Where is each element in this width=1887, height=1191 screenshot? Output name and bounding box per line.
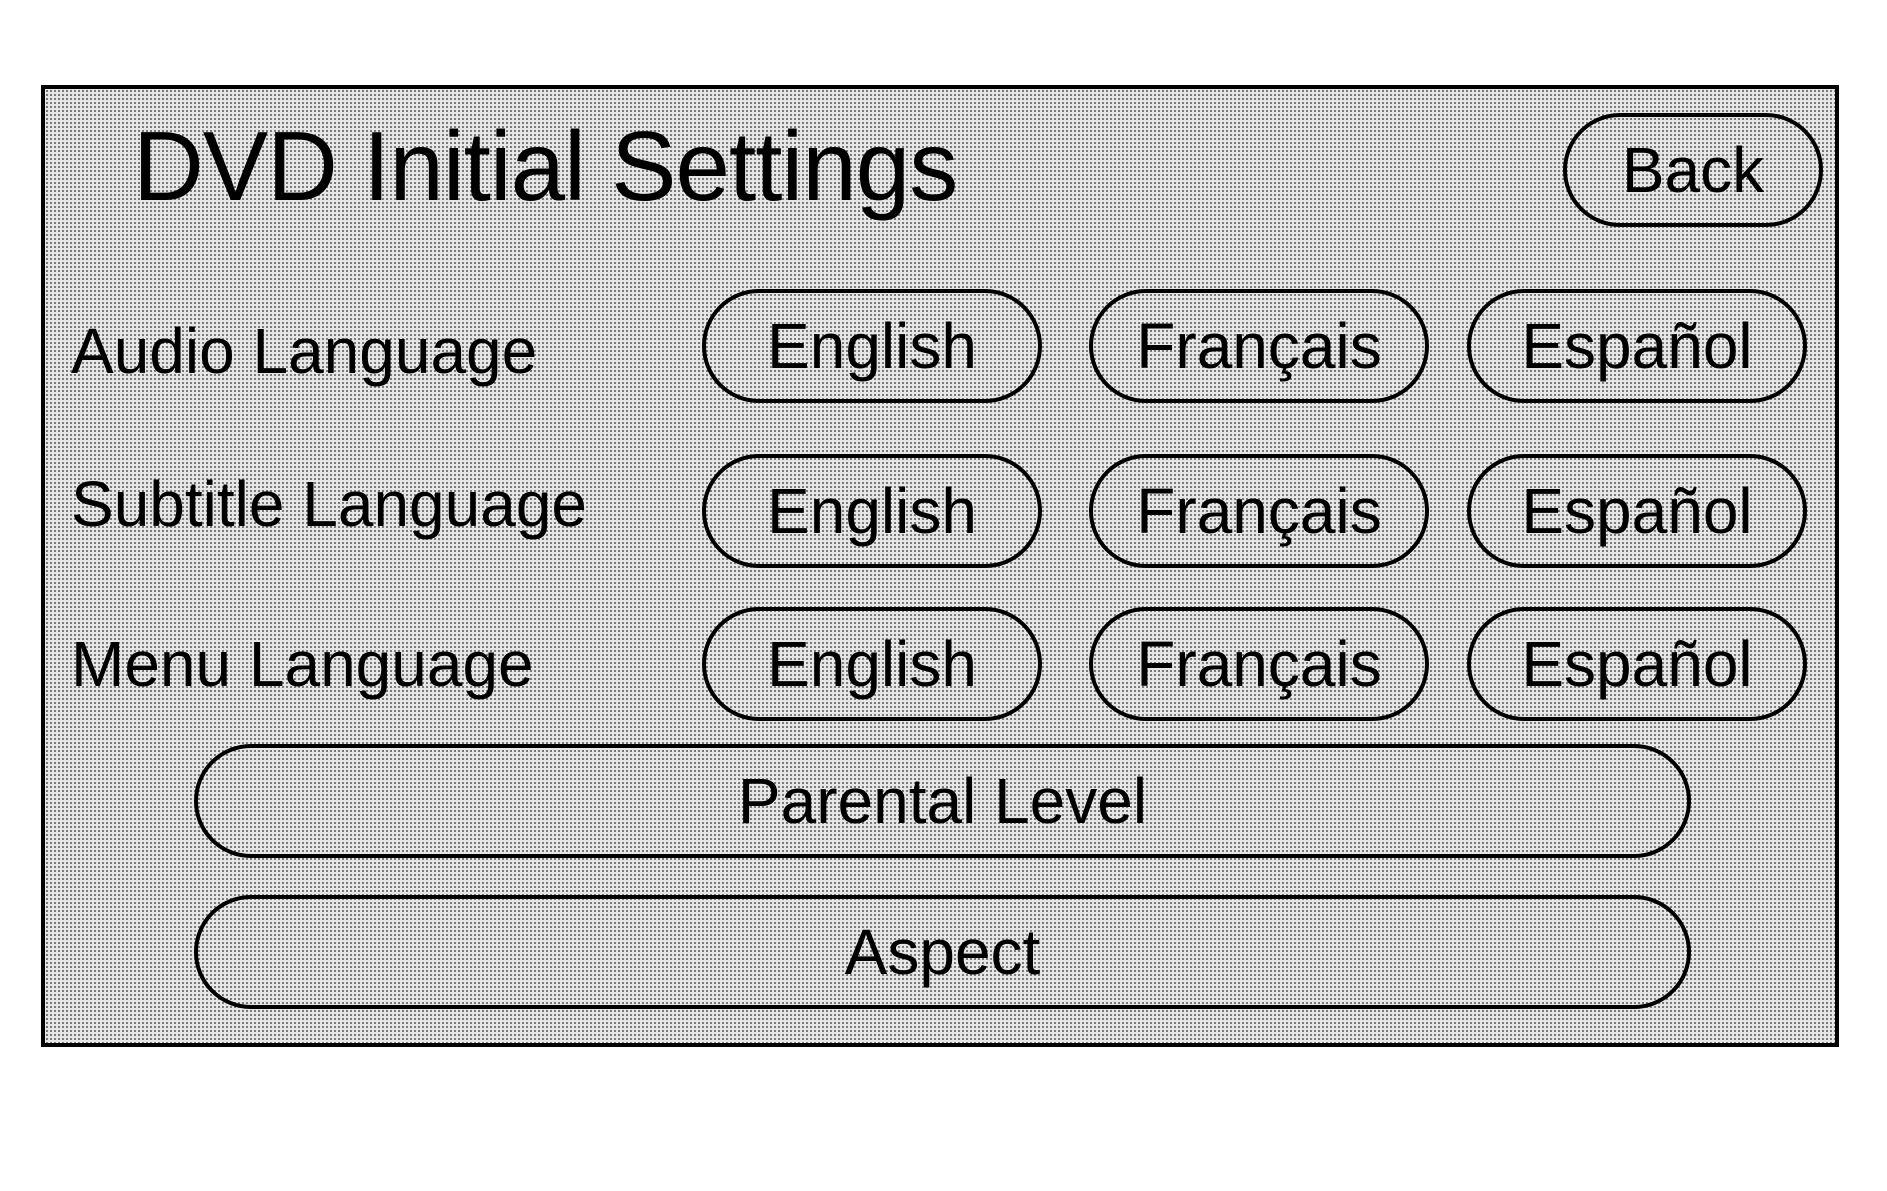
dvd-settings-screen: DVD Initial Settings Back Audio Language… — [41, 85, 1839, 1047]
audio-language-espanol-button[interactable]: Español — [1467, 289, 1807, 403]
back-button[interactable]: Back — [1563, 113, 1823, 227]
page-title: DVD Initial Settings — [133, 111, 958, 221]
subtitle-language-english-button[interactable]: English — [702, 454, 1042, 568]
menu-language-label: Menu Language — [71, 628, 534, 700]
subtitle-language-espanol-button[interactable]: Español — [1467, 454, 1807, 568]
subtitle-language-francais-button[interactable]: Français — [1089, 454, 1429, 568]
parental-level-button[interactable]: Parental Level — [194, 744, 1691, 858]
audio-language-francais-button[interactable]: Français — [1089, 289, 1429, 403]
menu-language-francais-button[interactable]: Français — [1089, 607, 1429, 721]
menu-language-espanol-button[interactable]: Español — [1467, 607, 1807, 721]
aspect-button[interactable]: Aspect — [194, 895, 1691, 1009]
menu-language-english-button[interactable]: English — [702, 607, 1042, 721]
audio-language-label: Audio Language — [71, 315, 538, 387]
subtitle-language-label: Subtitle Language — [71, 468, 587, 540]
audio-language-english-button[interactable]: English — [702, 289, 1042, 403]
